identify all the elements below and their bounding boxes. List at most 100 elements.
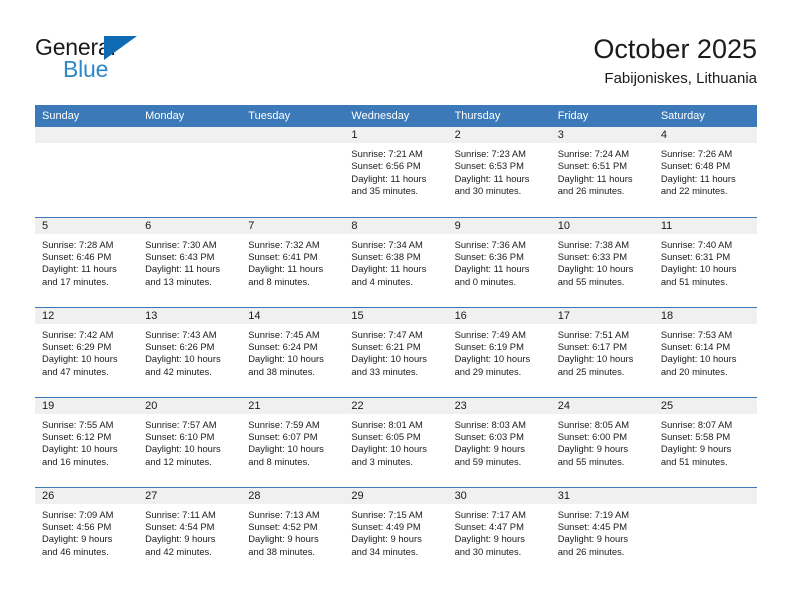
sunset-time: Sunset: 4:45 PM	[557, 520, 628, 532]
calendar-day-cell[interactable]: 3 Sunrise: 7:24 AM Sunset: 6:51 PM Daylight…	[550, 127, 654, 217]
sunrise-time: Sunrise: 7:59 AM	[248, 418, 320, 430]
sunrise-time: Sunrise: 7:47 AM	[351, 328, 423, 340]
daylight-duration-line1: Daylight: 10 hours	[248, 443, 324, 455]
calendar-day-cell[interactable]: 15 Sunrise: 7:47 AM Sunset: 6:21 PM Dayligh…	[344, 306, 448, 397]
daylight-duration-line2: and 46 minutes.	[42, 545, 109, 557]
daylight-duration-line2: and 12 minutes.	[145, 455, 212, 467]
calendar-day-cell[interactable]: 5 Sunrise: 7:28 AM Sunset: 6:46 PM Daylight…	[35, 216, 139, 307]
daylight-duration-line1: Daylight: 10 hours	[660, 353, 737, 365]
sunset-time: Sunset: 4:49 PM	[351, 520, 421, 532]
calendar-day-cell-empty	[653, 486, 757, 577]
sunset-time: Sunset: 5:58 PM	[660, 430, 731, 442]
daylight-duration-line1: Daylight: 9 hours	[454, 443, 525, 455]
sunrise-time: Sunrise: 7:26 AM	[660, 148, 733, 159]
calendar-day-cell[interactable]: 7 Sunrise: 7:32 AM Sunset: 6:41 PM Daylight…	[241, 216, 345, 307]
calendar-day-cell[interactable]: 18 Sunrise: 7:53 AM Sunset: 6:14 PM Dayligh…	[653, 306, 757, 397]
day-number: 21	[241, 397, 345, 414]
day-sun-info: Sunrise: 7:45 AM Sunset: 6:24 PM Daylight:…	[241, 324, 344, 379]
daylight-duration-line2: and 22 minutes.	[660, 185, 728, 197]
general-blue-logo[interactable]: General Blue	[35, 34, 235, 90]
day-sun-info: Sunrise: 7:57 AM Sunset: 6:10 PM Daylight:…	[138, 414, 241, 469]
day-sun-info: Sunrise: 7:30 AM Sunset: 6:43 PM Daylight:…	[138, 234, 241, 289]
sunrise-time: Sunrise: 7:30 AM	[145, 238, 217, 250]
calendar-day-cell[interactable]: 14 Sunrise: 7:45 AM Sunset: 6:24 PM Dayligh…	[241, 306, 345, 397]
weekday-header-tuesday: Tuesday	[241, 105, 345, 127]
calendar-day-cell[interactable]: 11 Sunrise: 7:40 AM Sunset: 6:31 PM Dayligh…	[653, 216, 757, 307]
calendar-day-cell[interactable]: 10 Sunrise: 7:38 AM Sunset: 6:33 PM Dayligh…	[550, 216, 654, 307]
day-sun-info: Sunrise: 7:13 AM Sunset: 4:52 PM Daylight:…	[241, 504, 344, 559]
calendar-day-cell[interactable]: 16 Sunrise: 7:49 AM Sunset: 6:19 PM Dayligh…	[447, 306, 551, 397]
daylight-duration-line1: Daylight: 10 hours	[557, 263, 634, 275]
calendar-day-cell[interactable]: 9 Sunrise: 7:36 AM Sunset: 6:36 PM Daylight…	[447, 216, 551, 307]
sunset-time: Sunset: 6:21 PM	[351, 340, 421, 352]
sunset-time: Sunset: 6:48 PM	[660, 160, 731, 172]
sunset-time: Sunset: 6:03 PM	[454, 430, 524, 442]
calendar-day-cell[interactable]: 23 Sunrise: 8:03 AM Sunset: 6:03 PM Dayligh…	[447, 396, 551, 487]
daylight-duration-line2: and 38 minutes.	[248, 545, 315, 557]
calendar-day-cell[interactable]: 13 Sunrise: 7:43 AM Sunset: 6:26 PM Dayligh…	[138, 306, 242, 397]
day-number: 25	[653, 397, 757, 414]
daylight-duration-line2: and 30 minutes.	[454, 545, 522, 557]
calendar-day-cell-empty	[138, 127, 242, 217]
sunrise-time: Sunrise: 7:43 AM	[145, 328, 217, 340]
daylight-duration-line2: and 38 minutes.	[248, 365, 315, 377]
sunset-time: Sunset: 6:56 PM	[351, 160, 421, 172]
daylight-duration-line2: and 17 minutes.	[42, 275, 109, 287]
sunrise-time: Sunrise: 7:23 AM	[454, 148, 526, 159]
calendar-day-cell[interactable]: 17 Sunrise: 7:51 AM Sunset: 6:17 PM Dayligh…	[550, 306, 654, 397]
sunrise-time: Sunrise: 7:24 AM	[557, 148, 630, 159]
calendar-day-cell[interactable]: 12 Sunrise: 7:42 AM Sunset: 6:29 PM Dayligh…	[35, 306, 139, 397]
calendar-day-cell[interactable]: 31 Sunrise: 7:19 AM Sunset: 4:45 PM Dayligh…	[550, 486, 654, 577]
calendar-day-cell[interactable]: 21 Sunrise: 7:59 AM Sunset: 6:07 PM Dayligh…	[241, 396, 345, 487]
daylight-duration-line2: and 59 minutes.	[454, 455, 522, 467]
calendar-week-row: 1 Sunrise: 7:21 AM Sunset: 6:56 PM Daylight…	[35, 127, 757, 217]
calendar-day-cell[interactable]: 25 Sunrise: 8:07 AM Sunset: 5:58 PM Dayligh…	[653, 396, 757, 487]
day-number: 13	[138, 307, 242, 324]
daylight-duration-line1: Daylight: 10 hours	[248, 353, 324, 365]
day-sun-info: Sunrise: 7:26 AM Sunset: 6:48 PM Daylight:…	[654, 143, 757, 198]
calendar-day-cell[interactable]: 19 Sunrise: 7:55 AM Sunset: 6:12 PM Dayligh…	[35, 396, 139, 487]
calendar-day-cell[interactable]: 29 Sunrise: 7:15 AM Sunset: 4:49 PM Dayligh…	[344, 486, 448, 577]
calendar-day-cell[interactable]: 1 Sunrise: 7:21 AM Sunset: 6:56 PM Daylight…	[344, 127, 448, 217]
daylight-duration-line1: Daylight: 10 hours	[660, 263, 737, 275]
calendar-day-cell[interactable]: 20 Sunrise: 7:57 AM Sunset: 6:10 PM Dayligh…	[138, 396, 242, 487]
daylight-duration-line2: and 30 minutes.	[454, 185, 522, 197]
calendar-day-cell[interactable]: 4 Sunrise: 7:26 AM Sunset: 6:48 PM Daylight…	[653, 127, 757, 217]
calendar-day-cell[interactable]: 2 Sunrise: 7:23 AM Sunset: 6:53 PM Daylight…	[447, 127, 551, 217]
day-number: 8	[344, 217, 448, 234]
calendar-week-row: 5 Sunrise: 7:28 AM Sunset: 6:46 PM Daylight…	[35, 216, 757, 307]
sunset-time: Sunset: 6:51 PM	[557, 160, 628, 172]
day-sun-info: Sunrise: 7:21 AM Sunset: 6:56 PM Daylight:…	[344, 143, 447, 198]
day-sun-info: Sunrise: 7:15 AM Sunset: 4:49 PM Daylight:…	[344, 504, 447, 559]
calendar-day-cell[interactable]: 28 Sunrise: 7:13 AM Sunset: 4:52 PM Dayligh…	[241, 486, 345, 577]
day-number: 18	[653, 307, 757, 324]
calendar-week-row: 26 Sunrise: 7:09 AM Sunset: 4:56 PM Dayligh…	[35, 486, 757, 577]
calendar-day-cell[interactable]: 26 Sunrise: 7:09 AM Sunset: 4:56 PM Dayligh…	[35, 486, 139, 577]
sunrise-time: Sunrise: 8:07 AM	[660, 418, 733, 430]
daylight-duration-line2: and 51 minutes.	[660, 275, 728, 287]
calendar-day-cell[interactable]: 8 Sunrise: 7:34 AM Sunset: 6:38 PM Daylight…	[344, 216, 448, 307]
sunset-time: Sunset: 6:53 PM	[454, 160, 524, 172]
sunrise-time: Sunrise: 7:17 AM	[454, 508, 526, 520]
calendar-day-cell[interactable]: 6 Sunrise: 7:30 AM Sunset: 6:43 PM Daylight…	[138, 216, 242, 307]
calendar-day-cell[interactable]: 27 Sunrise: 7:11 AM Sunset: 4:54 PM Dayligh…	[138, 486, 242, 577]
day-sun-info: Sunrise: 8:07 AM Sunset: 5:58 PM Daylight:…	[654, 414, 757, 469]
sunrise-time: Sunrise: 7:32 AM	[248, 238, 320, 250]
day-sun-info: Sunrise: 7:53 AM Sunset: 6:14 PM Daylight:…	[654, 324, 757, 379]
blue-triangle-icon	[104, 36, 137, 60]
day-sun-info: Sunrise: 7:24 AM Sunset: 6:51 PM Daylight:…	[551, 143, 654, 198]
daylight-duration-line1: Daylight: 9 hours	[557, 533, 629, 545]
day-number: 28	[241, 487, 345, 504]
sunset-time: Sunset: 6:43 PM	[145, 250, 215, 262]
daylight-duration-line2: and 26 minutes.	[557, 545, 625, 557]
daylight-duration-line2: and 29 minutes.	[454, 365, 522, 377]
day-sun-info: Sunrise: 7:59 AM Sunset: 6:07 PM Daylight:…	[241, 414, 344, 469]
day-number: 22	[344, 397, 448, 414]
calendar-day-cell[interactable]: 30 Sunrise: 7:17 AM Sunset: 4:47 PM Dayligh…	[447, 486, 551, 577]
calendar-day-cell[interactable]: 24 Sunrise: 8:05 AM Sunset: 6:00 PM Dayligh…	[550, 396, 654, 487]
sunset-time: Sunset: 6:33 PM	[557, 250, 628, 262]
sunrise-time: Sunrise: 8:05 AM	[557, 418, 630, 430]
calendar-day-cell[interactable]: 22 Sunrise: 8:01 AM Sunset: 6:05 PM Dayligh…	[344, 396, 448, 487]
daylight-duration-line2: and 8 minutes.	[248, 455, 310, 467]
sunrise-time: Sunrise: 7:53 AM	[660, 328, 733, 340]
